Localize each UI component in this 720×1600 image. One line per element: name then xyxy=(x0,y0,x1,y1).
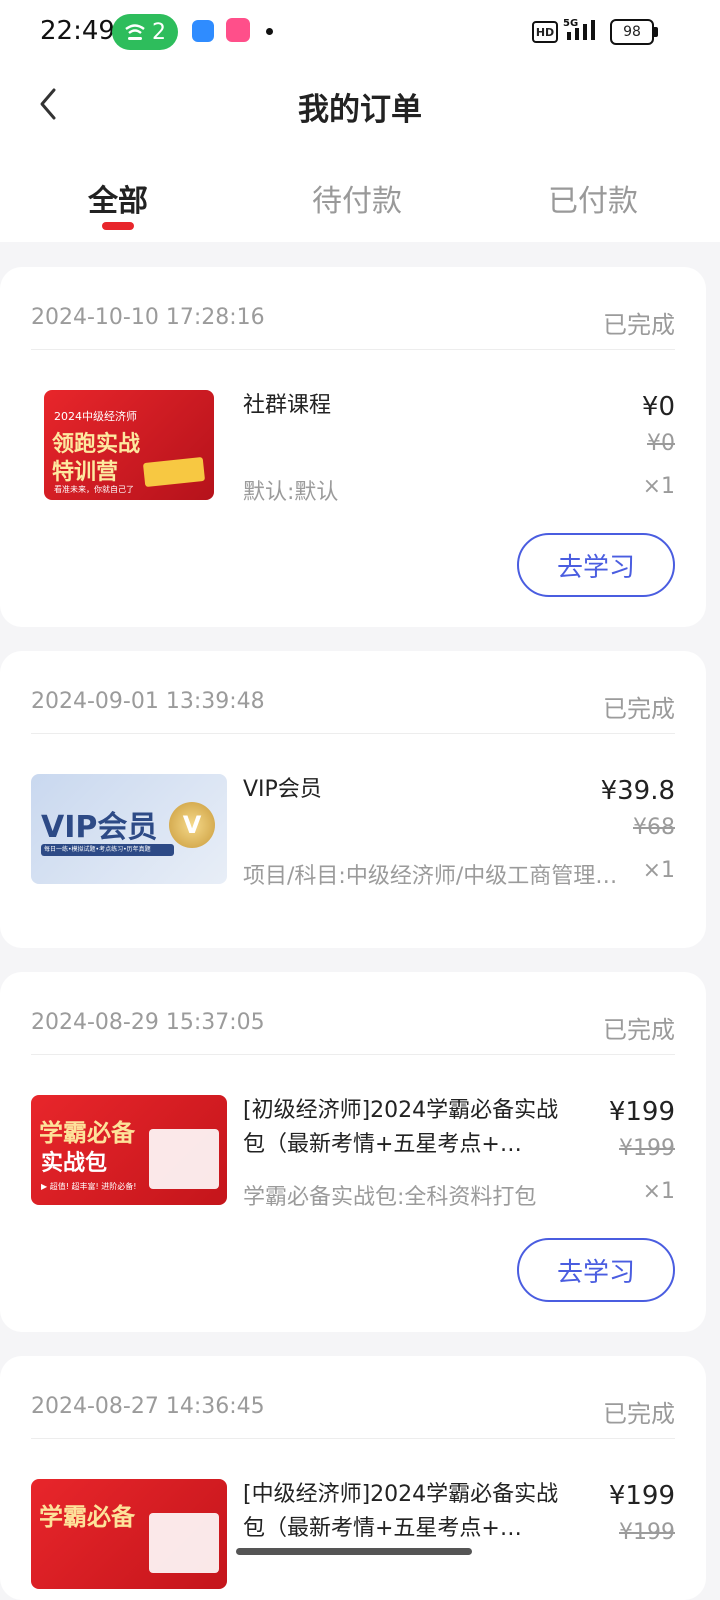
thumb-text: 看准未来，你就自己了 xyxy=(54,485,134,494)
thumb-text: ▶ 超值! 超丰富! 进阶必备! xyxy=(41,1182,137,1191)
product-price: ¥0 xyxy=(641,392,675,422)
thumb-text: 学霸必备 xyxy=(39,1119,135,1147)
order-status: 已完成 xyxy=(603,1016,675,1044)
order-status: 已完成 xyxy=(603,1400,675,1428)
course-thumbnail[interactable]: 学霸必备 实战包 ▶ 超值! 超丰富! 进阶必备! xyxy=(31,1095,227,1205)
original-price: ¥68 xyxy=(633,815,675,840)
order-status: 已完成 xyxy=(603,695,675,723)
thumb-text: 2024中级经济师 xyxy=(54,410,137,423)
wifi-count: 2 xyxy=(152,19,166,45)
page-title: 我的订单 xyxy=(298,92,422,128)
thumb-text: VIP会员 xyxy=(41,810,158,845)
vip-thumbnail[interactable]: VIP会员 每日一练•模拟试题•考点练习•历年真题 V xyxy=(31,774,227,884)
product-name: [初级经济师]2024学霸必备实战包（最新考情+五星考点+… xyxy=(243,1098,559,1157)
wifi-icon xyxy=(125,24,145,40)
course-thumbnail[interactable]: 2024中级经济师 领跑实战 特训营 看准未来，你就自己了 xyxy=(44,390,214,500)
product-price: ¥199 xyxy=(608,1481,675,1511)
product-price: ¥199 xyxy=(608,1097,675,1127)
home-indicator[interactable] xyxy=(236,1548,472,1555)
order-card[interactable]: 2024-08-29 15:37:05 已完成 学霸必备 实战包 ▶ 超值! 超… xyxy=(0,972,706,1332)
product-spec: 学霸必备实战包:全科资料打包 xyxy=(243,1185,537,1210)
divider xyxy=(31,1438,675,1439)
tab-active-indicator xyxy=(102,222,134,230)
thumb-text: 特训营 xyxy=(52,460,119,485)
tab-all[interactable]: 全部 xyxy=(88,176,148,220)
book-stack-graphic xyxy=(149,1513,219,1573)
app-notification-icon xyxy=(192,20,214,42)
order-card[interactable]: 2024-08-27 14:36:45 已完成 学霸必备 [中级经济师]2024… xyxy=(0,1356,706,1600)
product-spec: 默认:默认 xyxy=(243,480,339,505)
go-study-button[interactable]: 去学习 xyxy=(517,533,675,597)
quantity: ×1 xyxy=(642,474,675,499)
vip-badge-icon: V xyxy=(169,802,215,848)
course-thumbnail[interactable]: 学霸必备 xyxy=(31,1479,227,1589)
thumb-text: 学霸必备 xyxy=(39,1503,135,1531)
more-notifications-dot xyxy=(266,28,273,35)
quantity: ×1 xyxy=(642,1179,675,1204)
order-date: 2024-08-29 15:37:05 xyxy=(31,1010,265,1035)
order-date: 2024-08-27 14:36:45 xyxy=(31,1394,265,1419)
original-price: ¥199 xyxy=(619,1136,675,1161)
product-name: VIP会员 xyxy=(243,777,322,802)
order-card[interactable]: 2024-10-10 17:28:16 已完成 2024中级经济师 领跑实战 特… xyxy=(0,267,706,627)
wifi-hotspot-badge: 2 xyxy=(112,14,178,50)
product-spec: 项目/科目:中级经济师/中级工商管理… xyxy=(243,864,618,889)
thumb-text: 每日一练•模拟试题•考点练习•历年真题 xyxy=(41,844,174,856)
status-time: 22:49 xyxy=(40,16,115,46)
product-price: ¥39.8 xyxy=(600,776,675,806)
nav-header: 我的订单 xyxy=(0,64,720,154)
divider xyxy=(31,349,675,350)
original-price: ¥199 xyxy=(619,1520,675,1545)
book-stack-graphic xyxy=(149,1129,219,1189)
original-price: ¥0 xyxy=(647,431,675,456)
book-graphic xyxy=(142,456,206,488)
product-name: [中级经济师]2024学霸必备实战包（最新考情+五星考点+… xyxy=(243,1482,559,1541)
order-card[interactable]: 2024-09-01 13:39:48 已完成 VIP会员 每日一练•模拟试题•… xyxy=(0,651,706,948)
order-date: 2024-09-01 13:39:48 xyxy=(31,689,265,714)
svg-text:5G: 5G xyxy=(563,18,578,29)
thumb-text: 实战包 xyxy=(41,1151,108,1176)
order-status: 已完成 xyxy=(603,311,675,339)
hd-icon: HD xyxy=(532,21,558,43)
product-name: 社群课程 xyxy=(243,393,332,418)
divider xyxy=(31,733,675,734)
divider xyxy=(31,1054,675,1055)
order-date: 2024-10-10 17:28:16 xyxy=(31,305,265,330)
status-bar: 22:49 2 HD 5G 98 xyxy=(0,0,720,64)
signal-icon: 5G xyxy=(563,18,595,40)
tab-paid[interactable]: 已付款 xyxy=(548,176,638,220)
app-notification-icon-2 xyxy=(226,18,250,42)
battery-icon: 98 xyxy=(610,19,658,45)
quantity: ×1 xyxy=(642,858,675,883)
go-study-button[interactable]: 去学习 xyxy=(517,1238,675,1302)
tab-pending-payment[interactable]: 待付款 xyxy=(312,176,402,220)
